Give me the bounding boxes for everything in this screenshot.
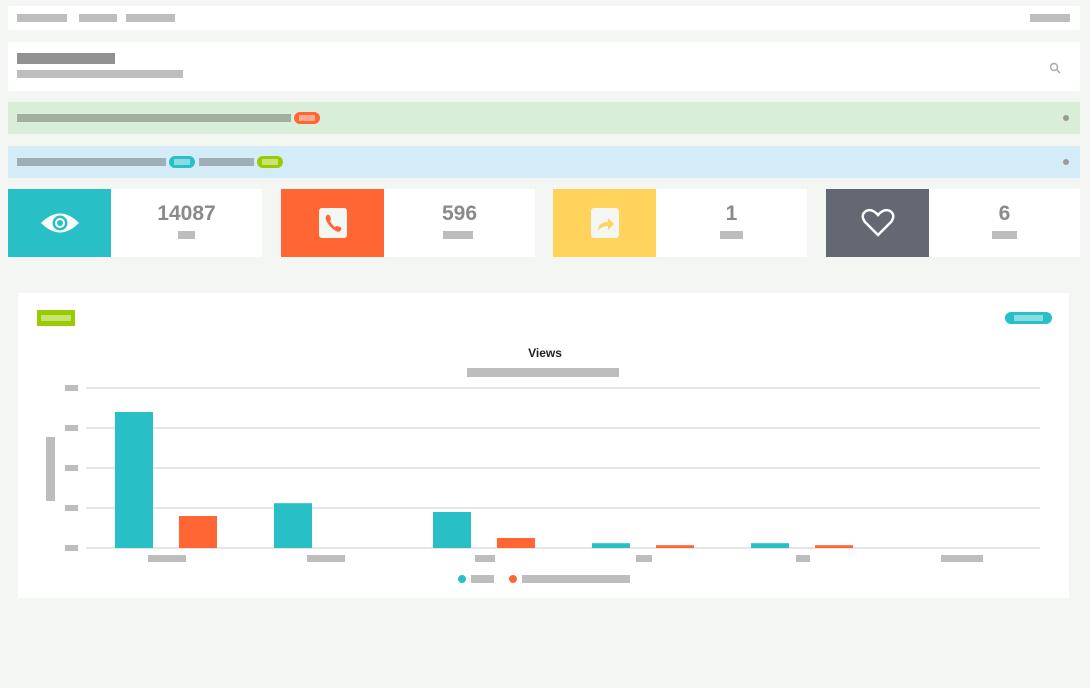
bar[interactable]: [274, 503, 312, 548]
bar[interactable]: [751, 543, 789, 548]
y-tick-label: [65, 465, 78, 471]
bar[interactable]: [115, 412, 153, 548]
x-tick-label: [148, 555, 186, 562]
y-tick-label: [65, 385, 78, 391]
x-tick-label: [796, 555, 810, 562]
y-tick-label: [65, 545, 78, 551]
x-tick-label: [636, 555, 652, 562]
legend-label[interactable]: [522, 575, 630, 583]
bar[interactable]: [497, 538, 535, 548]
chart-subtitle: [467, 368, 619, 377]
x-tick-label: [941, 555, 983, 562]
chart-title: Views: [528, 346, 562, 360]
bar[interactable]: [179, 516, 217, 548]
y-tick-label: [65, 425, 78, 431]
bar[interactable]: [815, 545, 853, 548]
y-axis-label: [46, 437, 55, 501]
y-tick-label: [65, 505, 78, 511]
bar[interactable]: [592, 543, 630, 548]
bar-chart: Views: [46, 346, 1040, 583]
legend-marker[interactable]: [458, 575, 466, 583]
bar[interactable]: [433, 512, 471, 548]
legend-label[interactable]: [471, 575, 494, 583]
x-tick-label: [307, 555, 345, 562]
legend-marker[interactable]: [509, 575, 517, 583]
x-tick-label: [475, 555, 495, 562]
bar[interactable]: [656, 545, 694, 548]
